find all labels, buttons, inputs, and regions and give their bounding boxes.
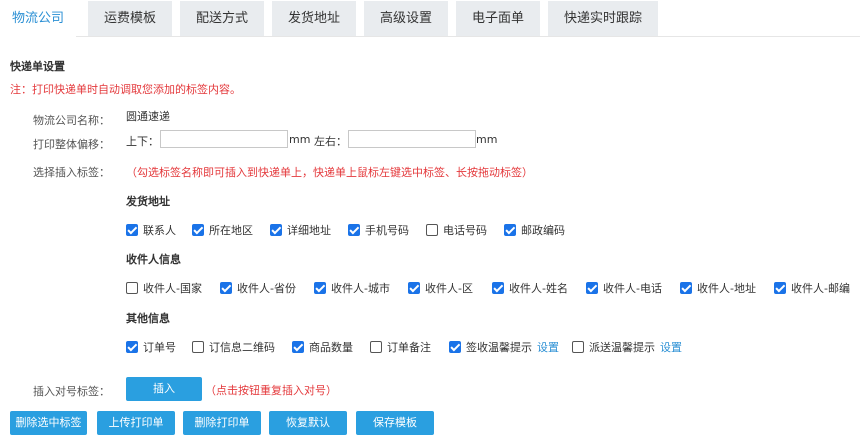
auto-fill-note: 注：打印快递单时自动调取您添加的标签内容。	[10, 83, 241, 96]
checkbox-unchecked-icon	[370, 341, 382, 353]
tag-checkbox-mobile[interactable]: 手机号码	[348, 222, 409, 238]
tag-checkbox-label: 电话号码	[443, 224, 487, 237]
checkbox-checked-icon	[126, 224, 138, 236]
tag-checkbox-order-qrcode[interactable]: 订信息二维码	[192, 339, 275, 355]
tag-checkbox-recipient-postcode[interactable]: 收件人-邮编	[774, 280, 850, 296]
receipt-tip-settings-link[interactable]: 设置	[537, 339, 559, 355]
offset-label: 打印整体偏移：	[33, 138, 110, 151]
tag-checkbox-recipient-district[interactable]: 收件人-区	[408, 280, 473, 296]
tag-checkbox-label: 订单备注	[387, 341, 431, 354]
checkbox-checked-icon	[586, 282, 598, 294]
offset-horizontal-input[interactable]	[348, 130, 476, 148]
checkbox-checked-icon	[270, 224, 282, 236]
tag-checkbox-recipient-name[interactable]: 收件人-姓名	[492, 280, 568, 296]
group-title-recipient-info: 收件人信息	[126, 253, 181, 266]
checkbox-checked-icon	[680, 282, 692, 294]
insert-button[interactable]: 插入	[126, 377, 202, 401]
tab-delivery-method[interactable]: 配送方式	[180, 1, 264, 36]
checkbox-checked-icon	[292, 341, 304, 353]
tag-checkbox-label: 详细地址	[287, 224, 331, 237]
tag-checkbox-order-remark[interactable]: 订单备注	[370, 339, 431, 355]
tag-checkbox-detail-address[interactable]: 详细地址	[270, 222, 331, 238]
tag-checkbox-label: 派送温馨提示	[589, 341, 655, 354]
tab-electronic-waybill[interactable]: 电子面单	[456, 1, 540, 36]
offset-vertical-input[interactable]	[160, 130, 288, 148]
tag-checkbox-order-number[interactable]: 订单号	[126, 339, 176, 355]
tag-checkbox-item-quantity[interactable]: 商品数量	[292, 339, 353, 355]
company-label: 物流公司名称：	[33, 114, 110, 127]
checkbox-checked-icon	[220, 282, 232, 294]
tag-checkbox-label: 收件人-区	[425, 282, 473, 295]
group-title-sender-address: 发货地址	[126, 195, 170, 208]
tag-checkbox-region[interactable]: 所在地区	[192, 222, 253, 238]
tag-checkbox-label: 收件人-城市	[331, 282, 390, 295]
tab-freight-template[interactable]: 运费模板	[88, 1, 172, 36]
pair-tag-label: 插入对号标签：	[33, 385, 110, 398]
tag-checkbox-label: 联系人	[143, 224, 176, 237]
tag-checkbox-label: 收件人-姓名	[509, 282, 568, 295]
tab-logistics-company[interactable]: 物流公司	[0, 1, 76, 37]
tag-checkbox-recipient-phone[interactable]: 收件人-电话	[586, 280, 662, 296]
checkbox-checked-icon	[774, 282, 786, 294]
checkbox-checked-icon	[504, 224, 516, 236]
tag-checkbox-contact[interactable]: 联系人	[126, 222, 176, 238]
tag-checkbox-label: 收件人-地址	[697, 282, 756, 295]
tag-checkbox-label: 所在地区	[209, 224, 253, 237]
upload-print-template-button[interactable]: 上传打印单	[97, 411, 175, 435]
tag-checkbox-phone[interactable]: 电话号码	[426, 222, 487, 238]
offset-vertical-label: 上下：	[126, 135, 159, 148]
tab-realtime-tracking[interactable]: 快递实时跟踪	[548, 1, 658, 36]
insert-tags-label: 选择插入标签：	[33, 166, 110, 179]
tag-checkbox-label: 收件人-省份	[237, 282, 296, 295]
restore-default-button[interactable]: 恢复默认	[269, 411, 347, 435]
group-title-other-info: 其他信息	[126, 312, 170, 325]
checkbox-unchecked-icon	[426, 224, 438, 236]
tag-checkbox-recipient-address[interactable]: 收件人-地址	[680, 280, 756, 296]
delete-print-template-button[interactable]: 删除打印单	[183, 411, 261, 435]
tag-checkbox-label: 订单号	[143, 341, 176, 354]
insert-tags-hint: （勾选标签名称即可插入到快递单上，快递单上鼠标左键选中标签、长按拖动标签）	[126, 166, 533, 179]
tag-checkbox-label: 邮政编码	[521, 224, 565, 237]
delivery-tip-settings-link[interactable]: 设置	[660, 339, 682, 355]
checkbox-checked-icon	[492, 282, 504, 294]
tag-checkbox-label: 订信息二维码	[209, 341, 275, 354]
tag-checkbox-postcode[interactable]: 邮政编码	[504, 222, 565, 238]
tab-shipping-address[interactable]: 发货地址	[272, 1, 356, 36]
tag-checkbox-label: 签收温馨提示	[466, 341, 532, 354]
checkbox-checked-icon	[348, 224, 360, 236]
checkbox-checked-icon	[126, 341, 138, 353]
company-value: 圆通速递	[126, 110, 170, 123]
tag-checkbox-label: 收件人-邮编	[791, 282, 850, 295]
save-template-button[interactable]: 保存模板	[356, 411, 434, 435]
section-title: 快递单设置	[10, 60, 65, 73]
tab-advanced-settings[interactable]: 高级设置	[364, 1, 448, 36]
checkbox-unchecked-icon	[126, 282, 138, 294]
tab-bar: 物流公司 运费模板 配送方式 发货地址 高级设置 电子面单 快递实时跟踪	[0, 0, 860, 37]
tag-checkbox-recipient-province[interactable]: 收件人-省份	[220, 280, 296, 296]
checkbox-checked-icon	[314, 282, 326, 294]
insert-hint: （点击按钮重复插入对号）	[205, 384, 337, 397]
offset-horizontal-unit: mm	[476, 133, 498, 146]
checkbox-checked-icon	[408, 282, 420, 294]
tag-checkbox-label: 手机号码	[365, 224, 409, 237]
tag-checkbox-label: 收件人-国家	[143, 282, 202, 295]
offset-horizontal-label: 左右：	[314, 135, 347, 148]
tag-checkbox-receipt-tip[interactable]: 签收温馨提示 设置	[449, 339, 559, 355]
tag-checkbox-delivery-tip[interactable]: 派送温馨提示 设置	[572, 339, 682, 355]
checkbox-unchecked-icon	[572, 341, 584, 353]
tag-checkbox-label: 商品数量	[309, 341, 353, 354]
delete-selected-tag-button[interactable]: 删除选中标签	[10, 411, 87, 435]
checkbox-checked-icon	[192, 224, 204, 236]
checkbox-checked-icon	[449, 341, 461, 353]
tag-checkbox-label: 收件人-电话	[603, 282, 662, 295]
offset-vertical-unit: mm	[289, 133, 311, 146]
checkbox-unchecked-icon	[192, 341, 204, 353]
tag-checkbox-recipient-city[interactable]: 收件人-城市	[314, 280, 390, 296]
tag-checkbox-recipient-country[interactable]: 收件人-国家	[126, 280, 202, 296]
